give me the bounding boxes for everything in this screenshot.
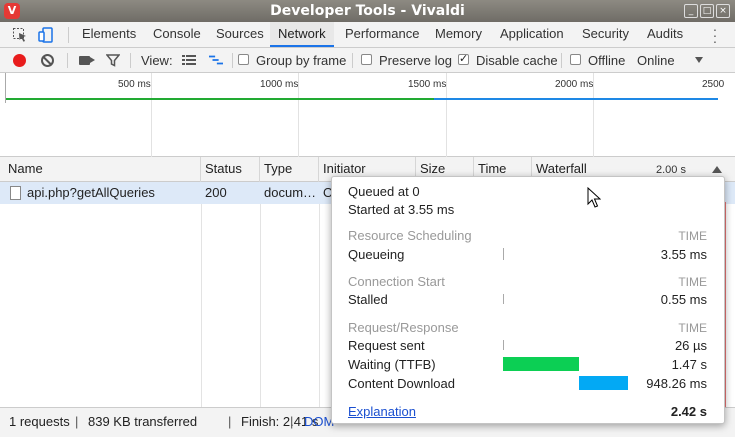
stalled-value: 0.55 ms	[660, 292, 707, 307]
tab-elements[interactable]: Elements	[82, 22, 136, 47]
tab-security[interactable]: Security	[582, 22, 629, 47]
waiting-value: 1.47 s	[671, 357, 707, 372]
toolbar-separator	[67, 53, 68, 68]
waiting-label: Waiting (TTFB)	[348, 357, 436, 372]
column-divider	[201, 182, 202, 407]
content-download-value: 948.26 ms	[646, 376, 707, 391]
window-title: Developer Tools - Vivaldi	[270, 3, 465, 19]
tab-application[interactable]: Application	[500, 22, 564, 47]
timing-popover: Queued at 0 Started at 3.55 ms Resource …	[331, 176, 725, 424]
content-download-label: Content Download	[348, 376, 455, 391]
overview-tick-label: 1500 ms	[408, 79, 447, 90]
toolbar-separator	[232, 53, 233, 68]
minimize-button[interactable]: _	[684, 4, 698, 18]
toolbar-separator	[130, 53, 131, 68]
status-separator: |	[75, 414, 79, 429]
request-type: docum…	[264, 185, 316, 200]
disable-cache-label: Disable cache	[476, 53, 558, 68]
filter-icon[interactable]	[106, 53, 120, 67]
overview-tick-label: 500 ms	[118, 79, 151, 90]
status-separator: |	[290, 414, 294, 429]
load-event-line	[725, 202, 726, 412]
close-button[interactable]: ×	[716, 4, 730, 18]
disable-cache-checkbox[interactable]	[458, 52, 469, 65]
tab-audits[interactable]: Audits	[647, 22, 683, 47]
network-toolbar: View: Group by frame Preserve log Disabl…	[0, 48, 735, 73]
tab-network[interactable]: Network	[270, 22, 334, 47]
overview-gridline	[151, 73, 152, 157]
content-download-bar	[579, 376, 628, 390]
group-by-frame-checkbox[interactable]	[238, 54, 249, 65]
request-sent-label: Request sent	[348, 338, 425, 353]
dom-content-loaded: DOM	[304, 414, 335, 429]
request-sent-value: 26 µs	[674, 338, 707, 353]
request-sent-bar	[503, 340, 504, 350]
network-overview[interactable]: 500 ms 1000 ms 1500 ms 2000 ms 2500	[0, 73, 735, 157]
clear-icon[interactable]	[41, 54, 54, 67]
device-toolbar-icon[interactable]	[38, 27, 54, 43]
overview-tick-label: 2500	[702, 79, 725, 90]
toolbar-separator	[561, 53, 562, 68]
offline-label: Offline	[588, 53, 626, 68]
inspect-element-icon[interactable]	[12, 27, 28, 43]
overview-download-bar	[434, 98, 718, 100]
time-header: TIME	[678, 275, 707, 289]
tab-separator	[68, 27, 69, 43]
request-response-title: Request/Response	[348, 320, 459, 335]
mouse-cursor-icon	[587, 187, 601, 208]
column-header-name[interactable]: Name	[0, 157, 201, 182]
title-bar: V Developer Tools - Vivaldi _ □ ×	[0, 0, 735, 22]
tab-memory[interactable]: Memory	[435, 22, 482, 47]
waiting-bar	[503, 357, 579, 371]
more-options-icon[interactable]: · · ·	[712, 22, 718, 48]
time-header: TIME	[678, 229, 707, 243]
maximize-button[interactable]: □	[700, 4, 714, 18]
waterfall-overview-icon[interactable]	[209, 54, 223, 66]
preserve-log-checkbox[interactable]	[361, 54, 372, 65]
queueing-bar	[503, 248, 504, 260]
transferred-size: 839 KB transferred	[88, 414, 198, 429]
column-divider	[260, 182, 261, 407]
offline-checkbox[interactable]	[570, 54, 581, 65]
group-by-frame-label: Group by frame	[256, 53, 347, 68]
chevron-down-icon[interactable]	[695, 57, 703, 63]
sort-ascending-icon[interactable]	[712, 166, 722, 173]
throttling-select[interactable]: Online	[637, 48, 675, 73]
request-count: 1 requests	[9, 414, 70, 429]
time-header: TIME	[678, 321, 707, 335]
request-status: 200	[205, 185, 227, 200]
overview-tick-label: 1000 ms	[260, 79, 299, 90]
queueing-value: 3.55 ms	[660, 247, 707, 262]
view-label: View:	[141, 53, 173, 68]
large-rows-icon[interactable]	[182, 54, 196, 66]
request-name[interactable]: api.php?getAllQueries	[27, 182, 199, 204]
queued-at: Queued at 0	[348, 184, 420, 199]
column-header-type[interactable]: Type	[260, 157, 319, 182]
toolbar-separator	[352, 53, 353, 68]
column-header-status[interactable]: Status	[201, 157, 260, 182]
overview-waiting-bar	[6, 98, 434, 100]
column-divider	[319, 182, 320, 407]
devtools-tab-bar: Elements Console Sources Network Perform…	[0, 22, 735, 48]
request-initiator[interactable]: O	[323, 182, 331, 204]
started-at: Started at 3.55 ms	[348, 202, 455, 217]
stalled-bar	[503, 294, 504, 304]
overview-tick-label: 2000 ms	[555, 79, 594, 90]
tab-console[interactable]: Console	[153, 22, 201, 47]
connection-start-title: Connection Start	[348, 274, 445, 289]
capture-screenshots-icon[interactable]	[79, 56, 95, 65]
explanation-link[interactable]: Explanation	[348, 404, 416, 419]
record-icon[interactable]	[13, 54, 26, 67]
stalled-label: Stalled	[348, 292, 388, 307]
preserve-log-label: Preserve log	[379, 53, 452, 68]
resource-scheduling-title: Resource Scheduling	[348, 228, 472, 243]
status-separator: |	[228, 414, 232, 429]
total-time: 2.42 s	[670, 404, 707, 419]
tab-sources[interactable]: Sources	[216, 22, 264, 47]
tab-performance[interactable]: Performance	[345, 22, 419, 47]
document-icon	[10, 186, 21, 200]
queueing-label: Queueing	[348, 247, 405, 262]
